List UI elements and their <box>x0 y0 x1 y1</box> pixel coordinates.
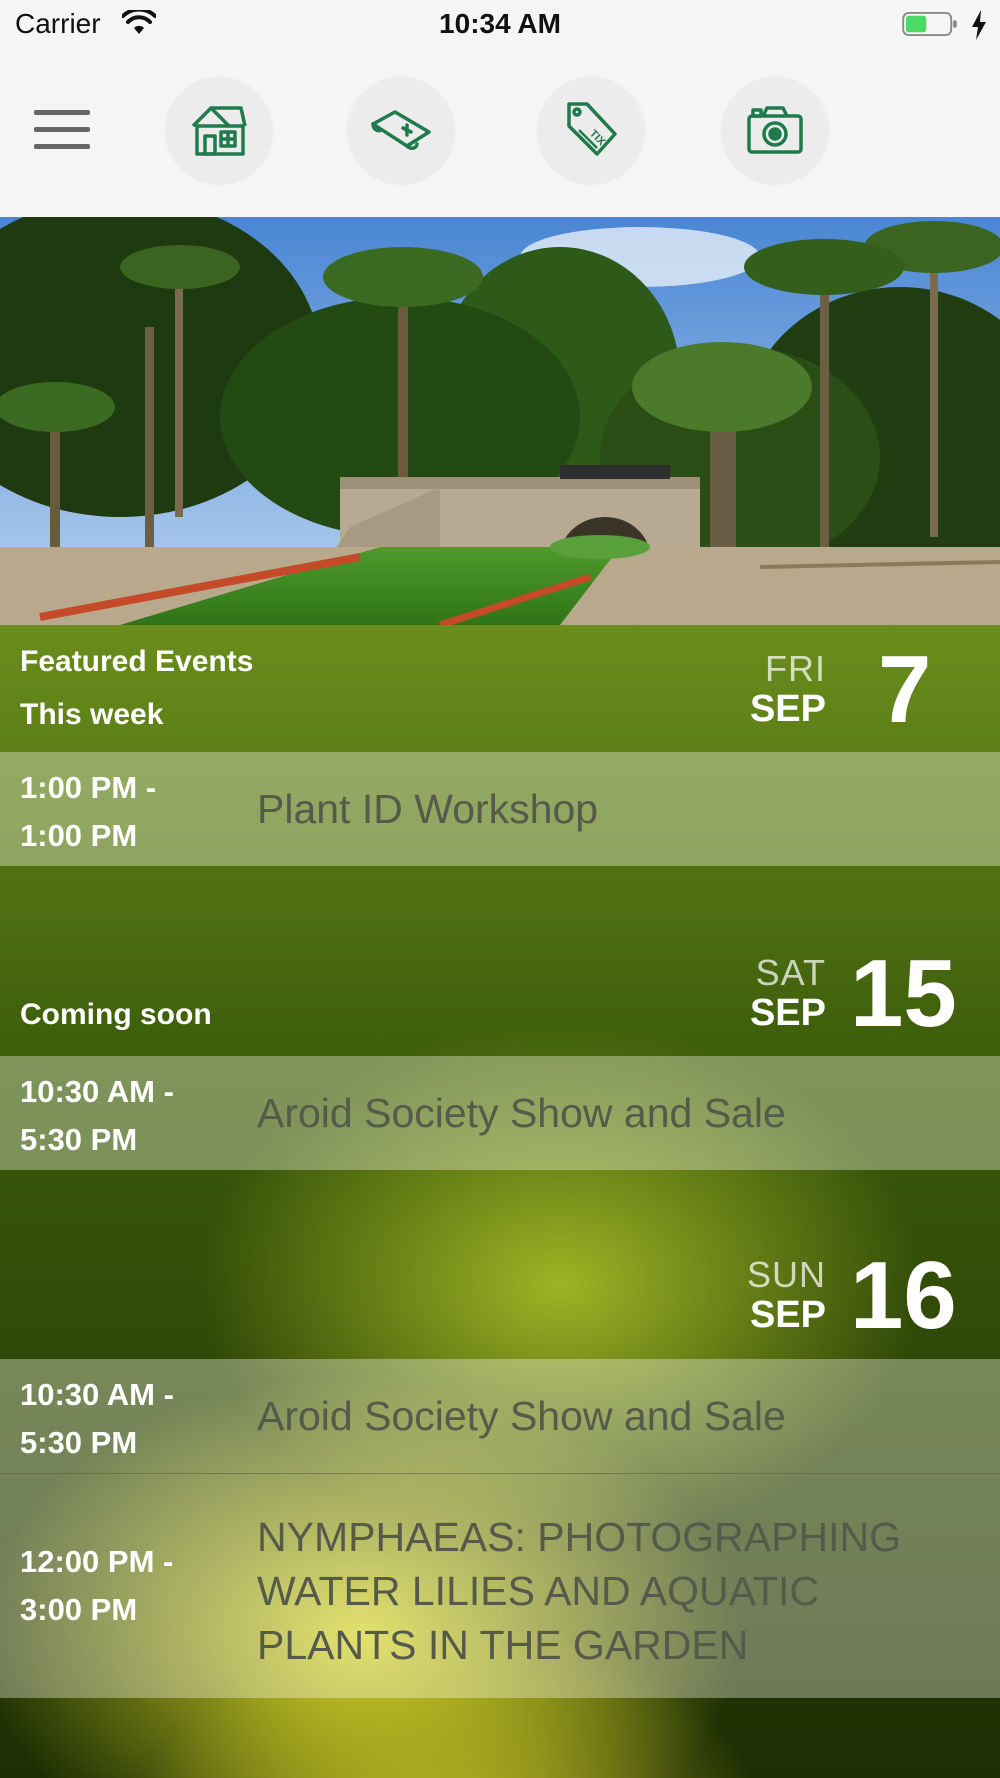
menu-icon-bar <box>34 127 90 132</box>
ticket-icon: TIX <box>567 102 617 156</box>
home-button[interactable] <box>166 77 272 183</box>
garden-hero-image <box>0 217 1000 625</box>
day-header: SUN SEP 16 <box>0 1170 1000 1359</box>
menu-icon-bar <box>34 144 90 149</box>
event-title: NYMPHAEAS: PHOTOGRAPHING WATER LILIES AN… <box>257 1514 901 1668</box>
month-label: SEP <box>749 688 826 730</box>
day-header: Featured Events This week FRI SEP 7 <box>0 625 1000 752</box>
camera-icon <box>747 106 803 154</box>
event-title: Aroid Society Show and Sale <box>257 1393 786 1439</box>
map-button[interactable] <box>348 77 454 183</box>
day-number: 16 <box>850 1242 957 1349</box>
event-time: 10:30 AM - 5:30 PM <box>20 1377 174 1460</box>
camera-button[interactable] <box>722 77 828 183</box>
day-of-week: SUN <box>746 1254 826 1295</box>
charging-bolt-icon <box>972 10 986 40</box>
day-of-week: SAT <box>755 952 826 993</box>
menu-icon-bar <box>34 110 90 115</box>
status-time: 10:34 AM <box>439 8 561 39</box>
status-bar: Carrier 10:34 AM <box>0 0 1000 50</box>
tickets-button[interactable]: TIX <box>538 77 644 183</box>
events-list[interactable]: Featured Events This week FRI SEP 7 1:00… <box>0 625 1000 1778</box>
event-row[interactable]: 10:30 AM - 5:30 PM Aroid Society Show an… <box>0 1056 1000 1170</box>
house-icon <box>191 106 247 156</box>
event-row[interactable]: 1:00 PM - 1:00 PM Plant ID Workshop <box>0 752 1000 866</box>
event-time: 12:00 PM - 3:00 PM <box>20 1544 174 1627</box>
event-time: 10:30 AM - 5:30 PM <box>20 1074 174 1157</box>
event-title: Aroid Society Show and Sale <box>257 1090 786 1136</box>
event-row[interactable]: 10:30 AM - 5:30 PM Aroid Society Show an… <box>0 1359 1000 1473</box>
day-of-week: FRI <box>765 648 826 689</box>
event-row[interactable]: 12:00 PM - 3:00 PM NYMPHAEAS: PHOTOGRAPH… <box>0 1473 1000 1698</box>
day-section-label: Coming soon <box>20 998 212 1031</box>
battery-icon <box>902 12 957 36</box>
event-title: Plant ID Workshop <box>257 786 599 832</box>
month-label: SEP <box>749 1294 826 1336</box>
featured-subtitle: This week <box>20 698 164 731</box>
map-icon <box>371 110 431 150</box>
featured-title: Featured Events <box>20 645 254 678</box>
day-header: Coming soon SAT SEP 15 <box>0 866 1000 1056</box>
toolbar: TIX <box>0 50 1000 217</box>
month-label: SEP <box>749 992 826 1034</box>
day-number: 15 <box>850 940 957 1047</box>
day-number: 7 <box>878 636 932 743</box>
menu-button[interactable] <box>34 110 90 150</box>
event-time: 1:00 PM - 1:00 PM <box>20 770 157 853</box>
